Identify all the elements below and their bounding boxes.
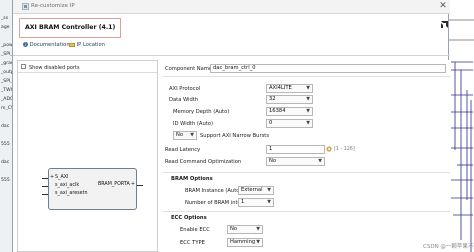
background-schematic	[449, 0, 474, 252]
chevron-down-icon: ▼	[267, 188, 271, 193]
header-divider	[13, 55, 450, 56]
chevron-down-icon: ▼	[318, 159, 322, 164]
port-s-axi: S_AXI	[55, 175, 69, 180]
ip-location-label: IP Location	[76, 42, 105, 48]
reset-icon[interactable]	[326, 146, 332, 152]
axi-protocol-label: AXI Protocol	[169, 86, 201, 92]
bram-instance-label: BRAM Instance (Auto)	[185, 188, 242, 194]
ecc-type-select[interactable]: Hamming ▼	[227, 238, 263, 247]
ip-icon	[22, 3, 29, 10]
chevron-down-icon: ▼	[267, 200, 271, 205]
id-width-select[interactable]: 0 ▼	[266, 119, 313, 128]
pane-separator	[18, 72, 157, 73]
narrow-bursts-value: No	[176, 132, 184, 138]
id-width-label: ID Width (Auto)	[173, 121, 213, 127]
memory-depth-label: Memory Depth (Auto)	[173, 109, 230, 115]
read-latency-label: Read Latency	[165, 147, 201, 153]
narrow-bursts-label: Support AXI Narrow Bursts	[200, 133, 270, 139]
read-latency-input[interactable]: 1	[266, 145, 325, 154]
chevron-down-icon: ▼	[306, 109, 310, 114]
ecc-options-title: ECC Options	[171, 215, 207, 221]
ip-header: AXI BRAM Controller (4.1)	[19, 18, 121, 38]
pin-s-axi-aresetn	[42, 194, 48, 195]
documentation-label: Documentation	[29, 42, 70, 48]
configuration-pane: Component Name dac_bram_ctrl_0 AXI Proto…	[163, 60, 450, 252]
chevron-down-icon: ▼	[190, 133, 194, 138]
bram-options-title: BRAM Options	[171, 176, 213, 182]
data-width-value: 32	[269, 96, 276, 102]
data-width-label: Data Width	[169, 97, 199, 103]
axi-protocol-value: AXI4LITE	[269, 85, 292, 91]
id-width-value: 0	[269, 120, 273, 126]
amd-xilinx-logo-icon	[441, 21, 448, 28]
pin-s-axi	[42, 178, 48, 179]
component-name-input[interactable]: dac_bram_ctrl_0	[210, 64, 446, 73]
info-icon: i	[23, 42, 28, 47]
data-width-select[interactable]: 32 ▼	[266, 95, 313, 104]
pin-bram-porta	[137, 185, 143, 186]
port-bram-porta: BRAM_PORTA	[98, 182, 130, 187]
documentation-link[interactable]: i Documentation	[23, 42, 70, 48]
ip-block-symbol: + S_AXI s_axi_aclk s_axi_aresetn BRAM_PO…	[42, 168, 143, 210]
watermark: CSDN @一颗苹果不落地	[423, 244, 474, 250]
port-s-axi-aresetn: s_axi_aresetn	[55, 191, 88, 196]
pin-s-axi-aclk	[42, 186, 48, 187]
ip-title: AXI BRAM Controller (4.1)	[25, 24, 116, 31]
memory-depth-value: 16384	[269, 108, 286, 114]
num-bram-if-value: 1	[241, 199, 245, 205]
chevron-down-icon: ▼	[256, 240, 260, 245]
bram-instance-select[interactable]: External ▼	[238, 186, 274, 195]
folder-icon	[69, 42, 75, 47]
port-plus-icon-right[interactable]: +	[131, 182, 135, 187]
enable-ecc-value: No	[230, 226, 238, 232]
dialog-titlebar: Re-customize IP ✕	[13, 0, 450, 14]
chevron-down-icon: ▼	[306, 121, 310, 126]
memory-depth-select[interactable]: 16384 ▼	[266, 107, 313, 116]
ecc-type-label: ECC TYPE	[180, 240, 205, 246]
chevron-down-icon: ▼	[306, 86, 310, 91]
dialog-title: Re-customize IP	[31, 3, 75, 9]
form-separator	[163, 172, 450, 173]
ip-symbol-pane: Show disabled ports + S_AXI s_axi_aclk s…	[17, 60, 158, 252]
show-disabled-ports-label: Show disabled ports	[29, 65, 80, 71]
bram-instance-value: External	[241, 187, 263, 193]
read-cmd-opt-value: No	[269, 158, 277, 164]
show-disabled-ports-checkbox[interactable]	[21, 64, 26, 69]
form-separator	[163, 211, 450, 212]
enable-ecc-label: Enable ECC	[180, 227, 210, 233]
chevron-down-icon: ▼	[256, 227, 260, 232]
read-cmd-opt-select[interactable]: No ▼	[266, 157, 325, 166]
show-disabled-ports[interactable]: Show disabled ports	[21, 64, 80, 72]
component-name-label: Component Name	[165, 66, 213, 72]
re-customize-ip-dialog: Re-customize IP ✕ AXI BRAM Controller (4…	[12, 0, 474, 252]
narrow-bursts-select[interactable]: No ▼	[173, 131, 197, 140]
port-plus-icon[interactable]: +	[50, 175, 54, 180]
enable-ecc-select[interactable]: No ▼	[227, 225, 263, 234]
schematic-wires	[449, 19, 474, 252]
num-bram-if-select[interactable]: 1 ▼	[238, 198, 274, 207]
chevron-down-icon: ▼	[306, 97, 310, 102]
read-cmd-opt-label: Read Command Optimization	[165, 159, 242, 165]
ecc-type-value: Hamming	[230, 239, 256, 245]
form-separator	[163, 76, 450, 77]
ip-location-link[interactable]: IP Location	[69, 42, 105, 48]
close-icon[interactable]: ✕	[438, 1, 448, 11]
port-s-axi-aclk: s_axi_aclk	[55, 183, 80, 188]
axi-protocol-select[interactable]: AXI4LITE ▼	[266, 84, 313, 93]
read-latency-range: [1 - 126]	[334, 147, 355, 152]
